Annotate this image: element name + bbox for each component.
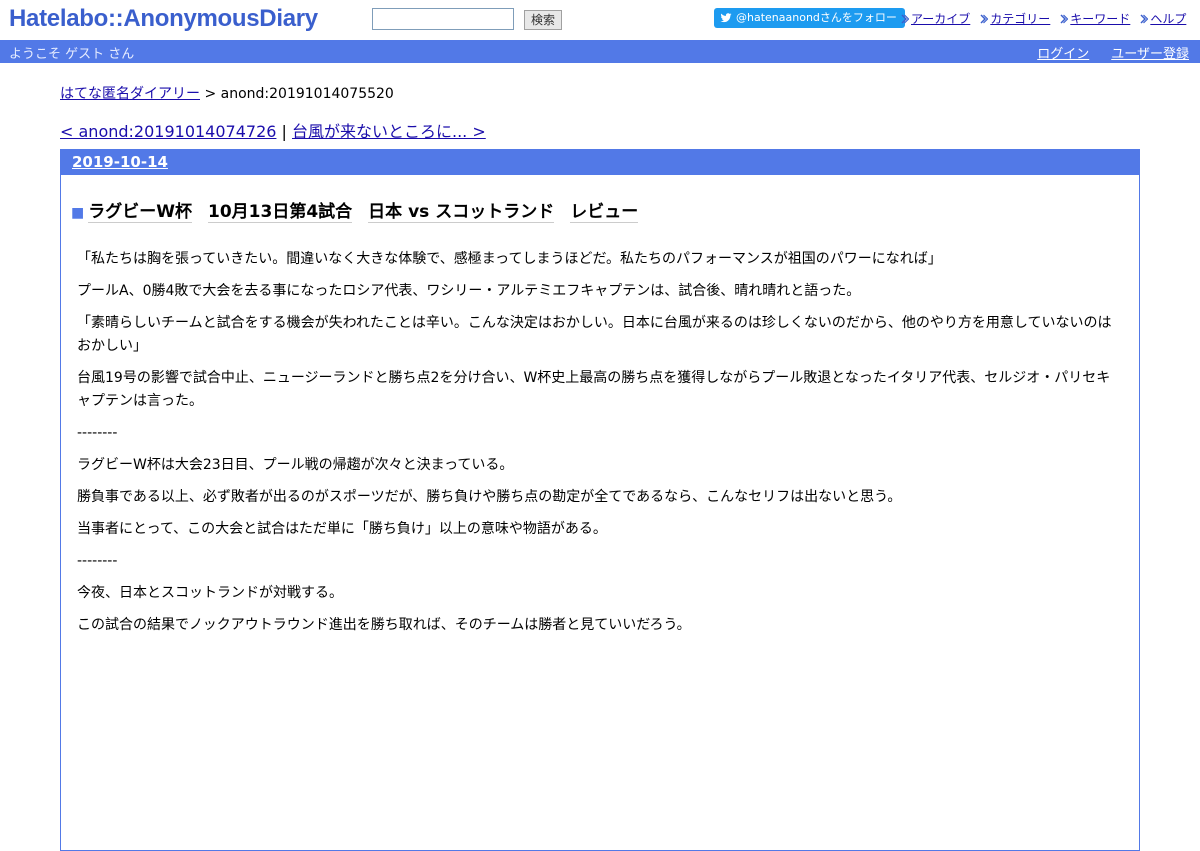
arrow-right-icon [980, 13, 989, 24]
breadcrumb-home-link[interactable]: はてな匿名ダイアリー [60, 86, 200, 102]
title-keyword-link[interactable]: 10月13日第4試合 [208, 202, 353, 223]
archive-link[interactable]: アーカイブ [911, 10, 970, 27]
top-links: アーカイブ カテゴリー キーワード ヘルプ [901, 10, 1186, 27]
title-keyword-link[interactable]: 日本 vs スコットランド [368, 202, 555, 223]
entry-pager: < anond:20191014074726 | 台風が来ないところに... > [60, 121, 1140, 143]
twitter-bird-icon [720, 13, 732, 23]
next-entry-link[interactable]: 台風が来ないところに... > [292, 122, 486, 141]
welcome-text: ようこそ ゲスト さん [9, 47, 135, 62]
search-input[interactable] [372, 8, 514, 30]
day-block: 2019-10-14 ■ ラグビーW杯 10月13日第4試合 日本 vs スコットラン… [60, 149, 1140, 851]
help-link[interactable]: ヘルプ [1150, 10, 1186, 27]
auth-links: ログイン ユーザー登録 [1015, 43, 1189, 62]
top-link-help: ヘルプ [1140, 10, 1186, 27]
date-link[interactable]: 2019-10-14 [72, 153, 168, 171]
search-button[interactable]: 検索 [524, 10, 563, 30]
login-link[interactable]: ログイン [1037, 43, 1089, 62]
entry-paragraph: ラグビーW杯は大会23日目、プール戦の帰趨が次々と決まっている。 [77, 457, 514, 473]
day-header: 2019-10-14 [61, 150, 1139, 175]
title-keyword-link[interactable]: ラグビーW杯 [88, 202, 192, 223]
entry-paragraph: この試合の結果でノックアウトラウンド進出を勝ち取れば、そのチームは勝者と見ていい… [77, 617, 691, 633]
entry-paragraph: 当事者にとって、この大会と試合はただ単に「勝ち負け」以上の意味や物語がある。 [77, 521, 607, 537]
keyword-link[interactable]: キーワード [1070, 10, 1130, 27]
top-link-keyword: キーワード [1060, 10, 1130, 27]
arrow-right-icon [1140, 13, 1149, 24]
twitter-follow-button[interactable]: @hatenaanondさんをフォロー [714, 8, 905, 28]
square-marker-icon: ■ [71, 205, 85, 221]
entry-divider: -------- [77, 425, 118, 441]
arrow-right-icon [1060, 13, 1069, 24]
breadcrumb: はてな匿名ダイアリー > anond:20191014075520 [60, 85, 1140, 103]
arrow-right-icon [901, 13, 909, 24]
category-link[interactable]: カテゴリー [990, 10, 1050, 27]
entry-paragraph: プールA、0勝4敗で大会を去る事になったロシア代表、ワシリー・アルテミエフキャプ… [77, 283, 861, 299]
user-navbar: ようこそ ゲスト さん ログイン ユーザー登録 [0, 40, 1200, 63]
breadcrumb-separator: > [200, 86, 221, 102]
top-header: Hatelabo::AnonymousDiary 検索 @hatenaanond… [0, 0, 1200, 40]
main-content: はてな匿名ダイアリー > anond:20191014075520 < anon… [60, 85, 1140, 851]
follow-label: @hatenaanondさんをフォロー [736, 11, 897, 24]
breadcrumb-current: anond:20191014075520 [220, 86, 394, 102]
entry-paragraph: 台風19号の影響で試合中止、ニュージーランドと勝ち点2を分け合い、W杯史上最高の… [77, 370, 1111, 409]
top-link-archive: アーカイブ [901, 10, 970, 27]
register-link[interactable]: ユーザー登録 [1111, 43, 1189, 62]
entry-paragraph: 「素晴らしいチームと試合をする機会が失われたことは辛い。こんな決定はおかしい。日… [77, 315, 1112, 354]
entry-title: ■ ラグビーW杯 10月13日第4試合 日本 vs スコットランド レビュー [71, 201, 1123, 224]
entry-section: ■ ラグビーW杯 10月13日第4試合 日本 vs スコットランド レビュー 「私たちは… [61, 201, 1139, 637]
entry-paragraph: 「私たちは胸を張っていきたい。間違いなく大きな体験で、感極まってしまうほどだ。私… [77, 251, 942, 267]
top-link-category: カテゴリー [980, 10, 1050, 27]
entry-paragraph: 今夜、日本とスコットランドが対戦する。 [77, 585, 343, 601]
entry-divider: -------- [77, 553, 118, 569]
prev-entry-link[interactable]: < anond:20191014074726 [60, 122, 276, 141]
site-logo[interactable]: Hatelabo::AnonymousDiary [9, 5, 318, 33]
entry-paragraph: 勝負事である以上、必ず敗者が出るのがスポーツだが、勝ち負けや勝ち点の勘定が全てで… [77, 489, 902, 505]
pager-separator: | [276, 122, 292, 141]
title-keyword-link[interactable]: レビュー [570, 202, 639, 223]
